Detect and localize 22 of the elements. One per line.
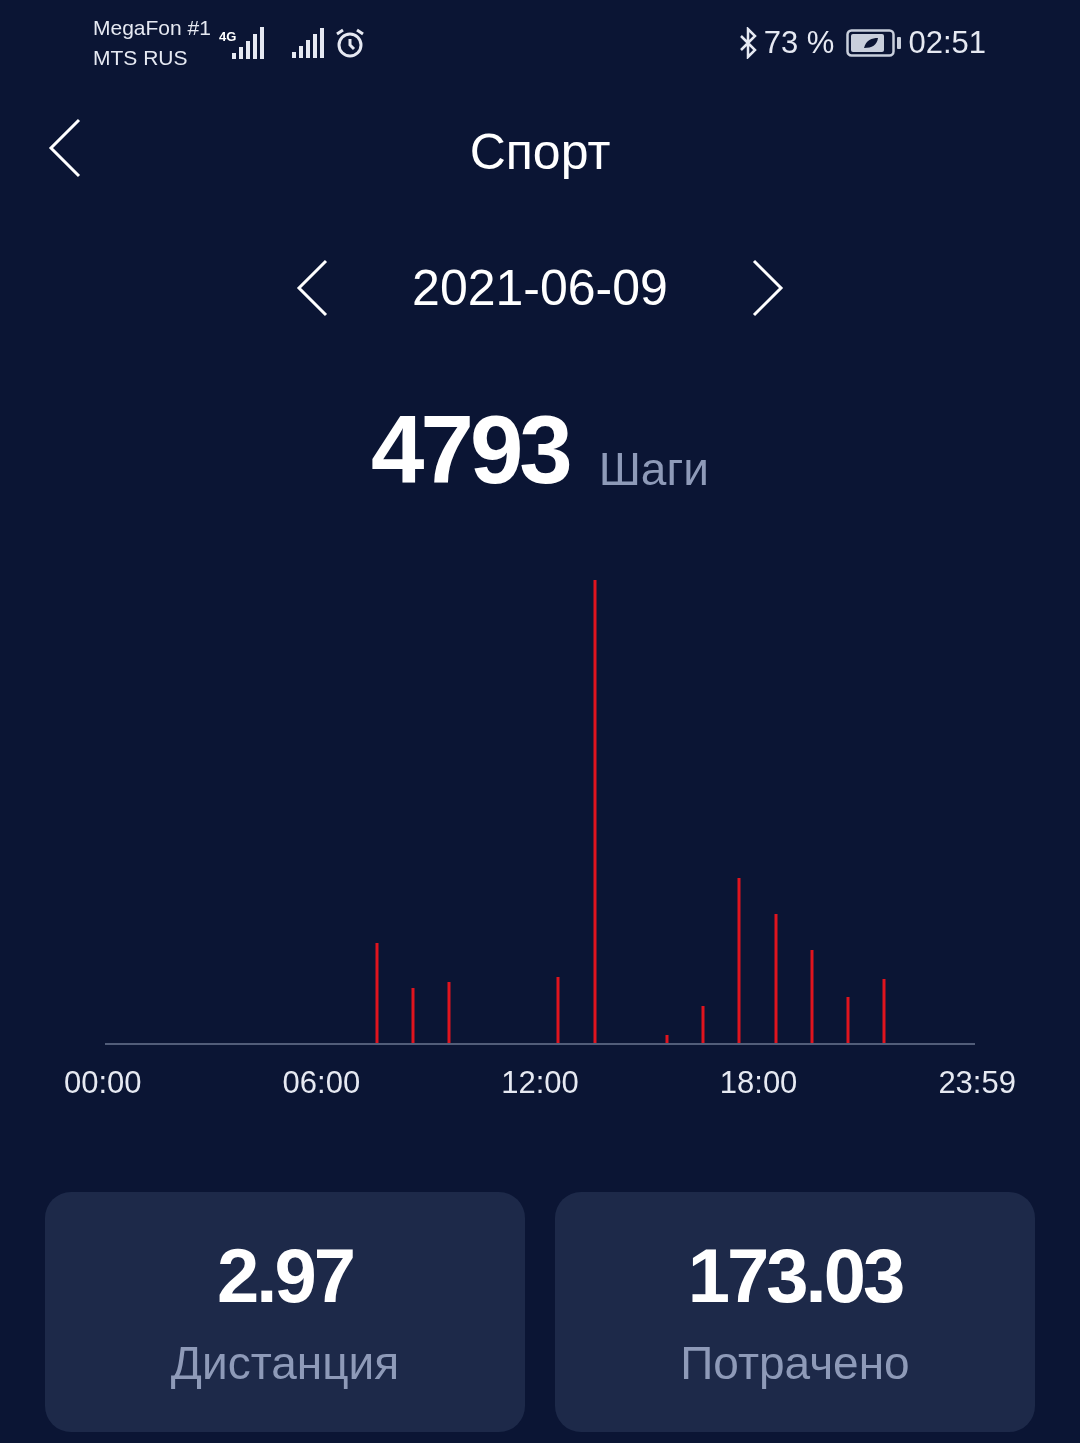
clock-time: 02:51 (908, 23, 986, 62)
axis-label: 12:00 (501, 1064, 579, 1102)
chevron-left-icon (296, 259, 329, 317)
step-count: 4793 (371, 402, 569, 498)
axis-label: 18:00 (719, 1064, 798, 1102)
stat-value: 173.03 (687, 1237, 903, 1314)
chevron-right-icon (751, 259, 784, 317)
bluetooth-icon (737, 27, 758, 59)
carrier-name: MTS RUS (93, 45, 189, 71)
screen-title: Спорт (469, 127, 611, 177)
axis-label: 23:59 (938, 1064, 1016, 1102)
axis-label: 00:00 (64, 1064, 142, 1102)
network-type: 4G (218, 30, 237, 43)
axis-label: 06:00 (282, 1064, 361, 1102)
battery-icon (846, 29, 903, 57)
battery-percent: 73 % (763, 23, 835, 62)
selected-date: 2021-06-09 (412, 263, 668, 313)
carrier-name: MegaFon #1 (93, 15, 211, 41)
stat-value: 2.97 (217, 1237, 353, 1314)
step-unit: Шаги (598, 446, 709, 492)
signal-icon (292, 28, 325, 58)
back-icon (47, 118, 81, 178)
